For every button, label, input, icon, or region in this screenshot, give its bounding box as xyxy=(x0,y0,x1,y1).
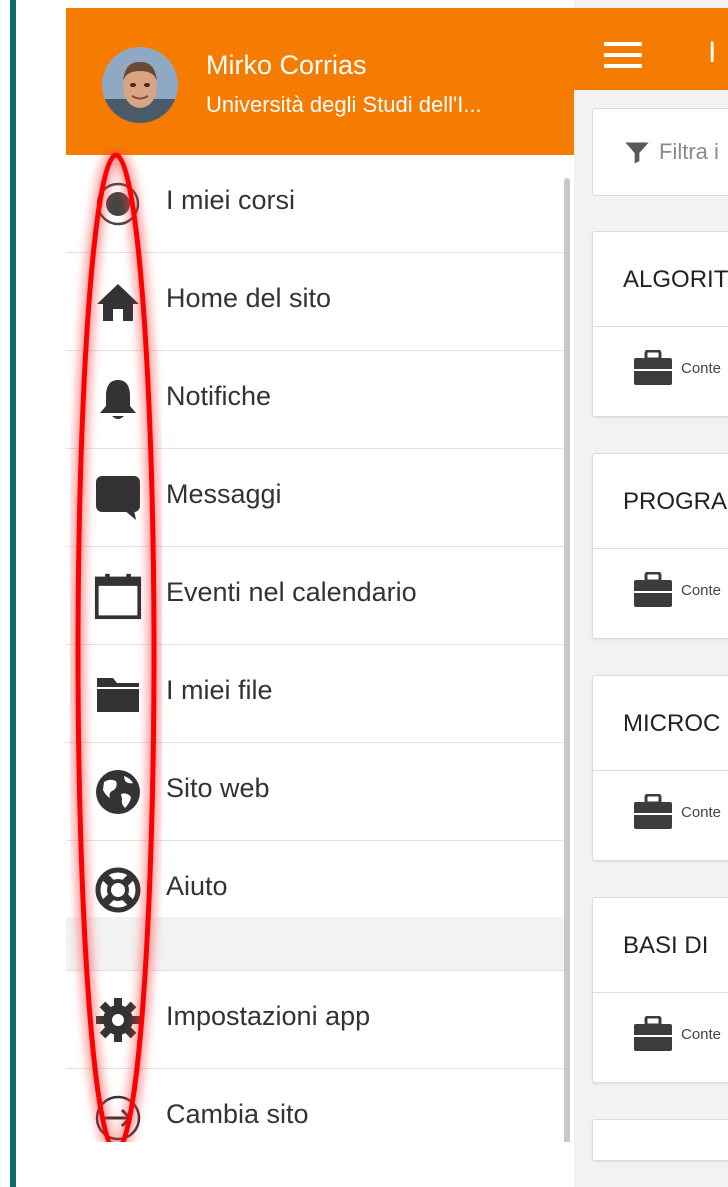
drawer-header[interactable]: Mirko Corrias Università degli Studi del… xyxy=(66,8,574,155)
navigation-drawer: Mirko Corrias Università degli Studi del… xyxy=(66,8,574,1187)
course-card[interactable]: BASI DI Conte xyxy=(592,897,728,1083)
gear-icon xyxy=(94,996,142,1044)
menu-item-home[interactable]: Home del sito xyxy=(66,253,564,351)
chat-icon xyxy=(94,474,142,522)
globe-icon xyxy=(94,768,142,816)
app-header: I xyxy=(574,8,728,90)
bell-icon xyxy=(94,376,142,424)
menu-item-notifications[interactable]: Notifiche xyxy=(66,351,564,449)
filter-input[interactable]: Filtra i xyxy=(592,108,728,196)
course-card[interactable]: PROGRA Conte xyxy=(592,453,728,639)
course-title: ALGORIT xyxy=(623,266,728,293)
menu-label: Notifiche xyxy=(166,381,272,411)
course-card[interactable]: MICROC Conte xyxy=(592,675,728,861)
divider xyxy=(593,548,728,549)
home-icon xyxy=(94,278,142,326)
menu-item-my-files[interactable]: I miei file xyxy=(66,645,564,743)
menu-item-my-courses[interactable]: I miei corsi xyxy=(66,155,564,253)
user-name: Mirko Corrias xyxy=(206,50,367,80)
menu-label: Impostazioni app xyxy=(166,1001,371,1031)
menu-item-calendar[interactable]: Eventi nel calendario xyxy=(66,547,564,645)
briefcase-icon xyxy=(634,350,672,385)
briefcase-icon xyxy=(634,572,672,607)
menu-label: Eventi nel calendario xyxy=(166,577,417,607)
course-summary: Conte xyxy=(681,360,722,377)
briefcase-icon xyxy=(634,794,672,829)
folder-icon xyxy=(94,670,142,718)
course-summary: Conte xyxy=(681,582,722,599)
menu-label: Aiuto xyxy=(166,871,228,901)
drawer-scrollbar[interactable] xyxy=(564,178,570,1146)
menu-label: Sito web xyxy=(166,773,270,803)
filter-icon xyxy=(625,142,649,164)
menu-icon[interactable] xyxy=(604,42,642,68)
course-title: PROGRA xyxy=(623,488,728,515)
user-site: Università degli Studi dell'I... xyxy=(206,92,482,117)
course-summary: Conte xyxy=(681,1026,722,1043)
course-card[interactable]: ALGORIT Conte xyxy=(592,231,728,417)
lifebuoy-icon xyxy=(94,866,142,914)
menu-label: Home del sito xyxy=(166,283,332,313)
menu-label: I miei file xyxy=(166,675,273,705)
menu-label: I miei corsi xyxy=(166,185,296,215)
courses-page: I Filtra i ALGORIT Conte PROGRA Conte MI… xyxy=(574,0,728,1187)
left-edge xyxy=(0,0,17,1187)
menu-separator xyxy=(66,917,564,971)
radio-icon xyxy=(94,180,142,228)
divider xyxy=(593,770,728,771)
calendar-icon xyxy=(94,572,142,620)
briefcase-icon xyxy=(634,1016,672,1051)
accent-line xyxy=(10,0,16,1187)
menu-label: Messaggi xyxy=(166,479,282,509)
bottom-edge xyxy=(17,1142,574,1187)
menu-label: Cambia sito xyxy=(166,1099,309,1129)
page-title: I xyxy=(708,36,717,69)
course-summary: Conte xyxy=(681,804,722,821)
switch-site-icon xyxy=(94,1094,142,1142)
divider xyxy=(593,992,728,993)
course-card[interactable] xyxy=(592,1119,728,1161)
course-title: BASI DI xyxy=(623,932,709,959)
menu-item-website[interactable]: Sito web xyxy=(66,743,564,841)
divider xyxy=(593,326,728,327)
course-title: MICROC xyxy=(623,710,721,737)
menu-item-app-settings[interactable]: Impostazioni app xyxy=(66,971,564,1069)
filter-placeholder: Filtra i xyxy=(659,139,719,164)
menu-item-messages[interactable]: Messaggi xyxy=(66,449,564,547)
avatar xyxy=(102,47,178,123)
